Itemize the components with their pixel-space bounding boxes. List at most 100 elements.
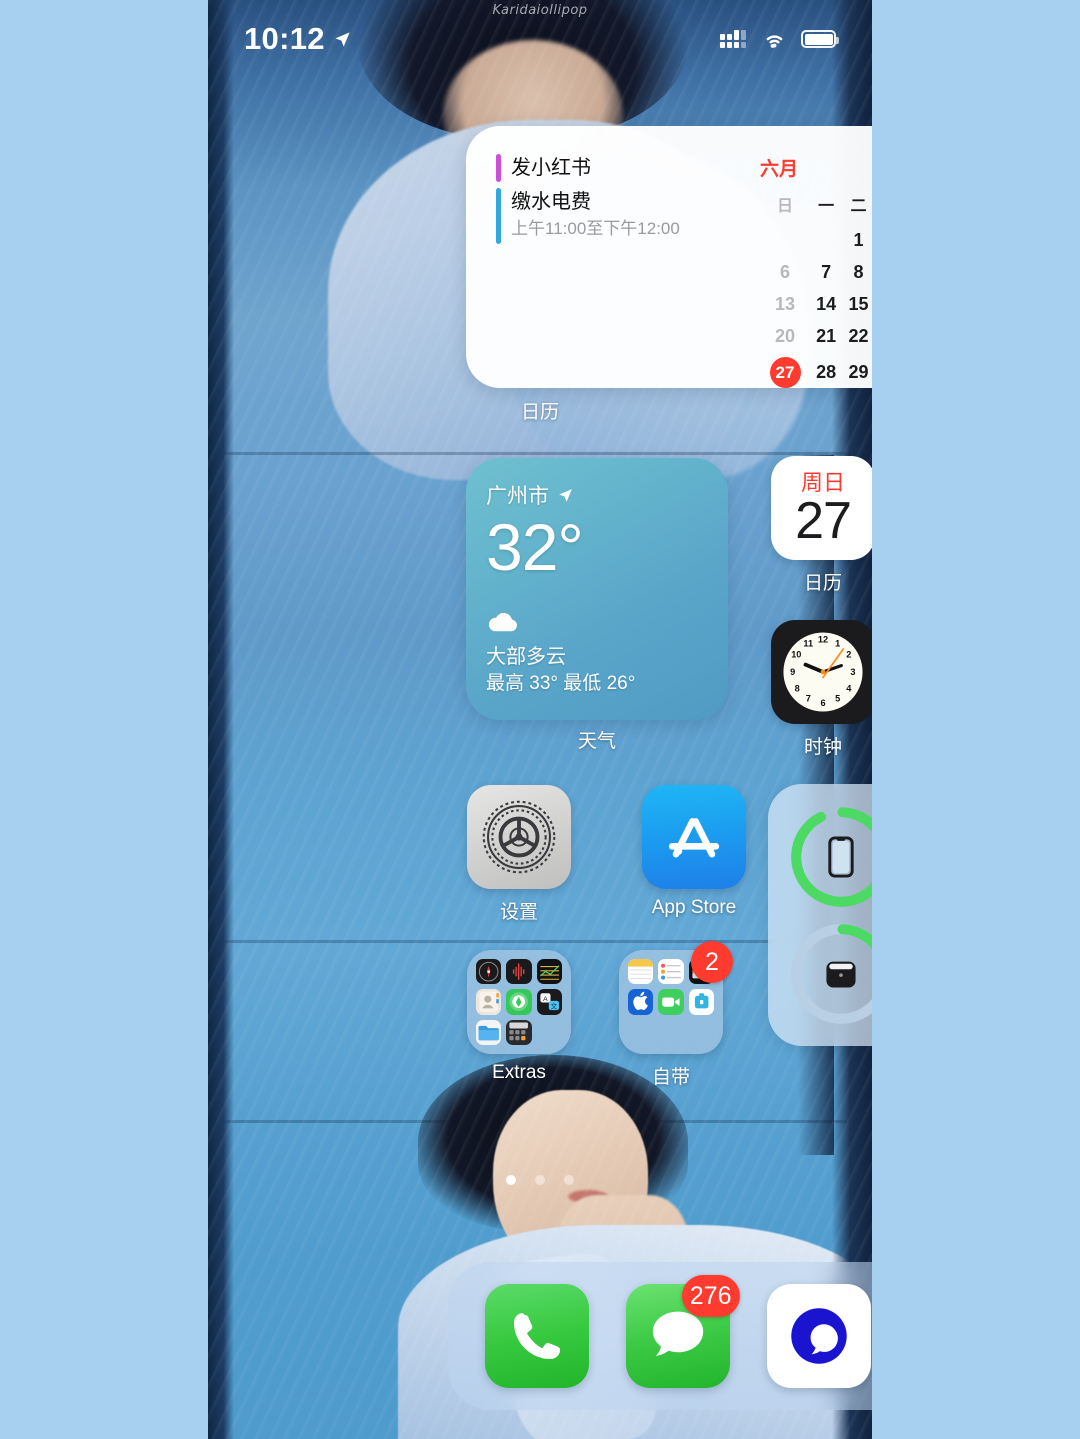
calendar-event[interactable]: 缴水电费 上午11:00至下午12:00 xyxy=(496,188,744,244)
home-screen: 发小红书 缴水电费 上午11:00至下午12:00 六月 日 一 二 1 6 7… xyxy=(208,0,872,1439)
battery-widget-label: 电池 xyxy=(768,1052,872,1079)
files-icon xyxy=(476,1019,502,1045)
qq-icon xyxy=(766,1284,871,1388)
app-label-settings: 设置 xyxy=(499,902,538,923)
calendar-widget-events: 发小红书 缴水电费 上午11:00至下午12:00 xyxy=(492,154,744,370)
compass-icon xyxy=(476,959,502,985)
page-dot-3[interactable] xyxy=(564,1175,574,1185)
folder-badge: 2 xyxy=(691,941,733,983)
app-calendar[interactable]: 周日 27 日历 xyxy=(771,456,872,595)
calendar-day: 7 xyxy=(821,261,832,282)
calendar-day: 8 xyxy=(853,261,864,282)
calendar-day: 29 xyxy=(848,362,869,382)
svg-text:文: 文 xyxy=(550,1002,557,1011)
battery-widget[interactable] xyxy=(768,784,872,1046)
weather-widget[interactable]: 广州市 32° 大部多云 最高 33° 最低 26° xyxy=(466,458,728,720)
svg-text:12: 12 xyxy=(818,635,828,645)
gear-icon xyxy=(467,785,571,889)
svg-text:4: 4 xyxy=(846,683,852,693)
calendar-week-row: 20 21 22 23 24 25 26 xyxy=(760,320,872,352)
phone-icon xyxy=(484,1284,589,1388)
app-label-clock: 时钟 xyxy=(803,737,842,758)
calendar-day: 22 xyxy=(848,325,869,346)
calendar-day xyxy=(760,224,810,256)
calendar-event[interactable]: 发小红书 xyxy=(496,154,744,182)
svg-text:8: 8 xyxy=(795,683,800,693)
event-title: 缴水电费 xyxy=(511,191,591,213)
stocks-icon xyxy=(536,959,562,985)
svg-text:2: 2 xyxy=(846,649,851,659)
calendar-day: 21 xyxy=(816,325,837,346)
event-title: 发小红书 xyxy=(511,157,591,179)
apple-store-icon xyxy=(628,989,654,1015)
folder-label-built-in: 自带 xyxy=(651,1067,690,1088)
calendar-weekday: 一 xyxy=(818,198,835,215)
tips-icon xyxy=(688,989,714,1015)
calendar-day: 6 xyxy=(780,261,791,282)
reminders-icon xyxy=(658,959,684,985)
phone-screen: Karidaiollipop 10:12 发小红书 缴水电费 上午11:00至下… xyxy=(208,0,872,1439)
svg-text:9: 9 xyxy=(790,667,795,677)
dock: 276 xyxy=(448,1262,872,1410)
calendar-day: 20 xyxy=(774,325,796,346)
calendar-day: 13 xyxy=(774,293,796,314)
analog-clock-icon: 12 1 23 45 67 89 10 11 xyxy=(771,620,872,724)
calendar-month-table: 日 一 二 三 四 五 六 1 2 3 xyxy=(760,190,872,388)
dock-app-messages[interactable]: 276 xyxy=(625,1275,740,1388)
event-time: 上午11:00至下午12:00 xyxy=(511,219,680,238)
folder-label-extras: Extras xyxy=(492,1062,546,1083)
facetime-icon xyxy=(658,989,684,1015)
calendar-week-row: 27 28 29 30 xyxy=(760,352,872,388)
calendar-day: 28 xyxy=(816,362,837,382)
calendar-widget[interactable]: 发小红书 缴水电费 上午11:00至下午12:00 六月 日 一 二 1 6 7… xyxy=(466,126,872,388)
messages-badge: 276 xyxy=(681,1275,740,1317)
weather-high-low: 最高 33° 最低 26° xyxy=(486,673,636,695)
svg-text:A: A xyxy=(543,996,548,1003)
calendar-weekday: 二 xyxy=(850,198,867,215)
calendar-day xyxy=(810,224,842,256)
app-store-icon xyxy=(642,785,746,889)
calendar-weekday-row: 日 一 二 三 四 五 六 xyxy=(760,190,872,224)
weather-city: 广州市 xyxy=(486,485,549,508)
folder-extras[interactable]: A 文 Extras xyxy=(467,950,571,1084)
svg-text:1: 1 xyxy=(835,639,840,649)
calendar-widget-month-grid: 六月 日 一 二 三 四 五 六 xyxy=(744,154,872,388)
app-settings[interactable]: 设置 xyxy=(467,785,571,924)
calendar-week-row: 1 2 3 4 5 xyxy=(760,224,872,256)
calculator-icon xyxy=(506,1019,532,1045)
page-indicator[interactable] xyxy=(208,1175,872,1185)
calendar-day: 1 xyxy=(853,229,864,250)
calendar-day: 15 xyxy=(848,293,869,314)
app-clock[interactable]: 12 1 23 45 67 89 10 11 时钟 xyxy=(771,620,872,759)
event-color-bar xyxy=(496,154,501,182)
svg-text:7: 7 xyxy=(806,693,811,703)
voice-memos-icon xyxy=(506,959,532,985)
weather-footer: 大部多云 最高 33° 最低 26° xyxy=(486,611,635,698)
dock-app-phone[interactable] xyxy=(484,1284,589,1388)
calendar-month-label: 六月 xyxy=(760,159,799,180)
notes-icon xyxy=(628,959,654,985)
page-dot-1[interactable] xyxy=(506,1175,516,1185)
battery-ring-iphone xyxy=(782,798,872,915)
calendar-weekday: 日 xyxy=(777,198,794,215)
app-label-calendar: 日历 xyxy=(803,573,842,594)
dock-app-qq[interactable] xyxy=(766,1284,871,1388)
svg-text:6: 6 xyxy=(820,698,825,708)
weather-condition: 大部多云 xyxy=(486,646,566,669)
svg-text:10: 10 xyxy=(791,649,801,659)
calendar-day-today: 27 xyxy=(760,352,810,388)
calendar-icon-day: 27 xyxy=(795,491,852,550)
location-arrow-icon xyxy=(559,488,572,502)
weather-widget-label: 天气 xyxy=(577,731,616,752)
event-color-bar xyxy=(496,188,501,244)
translate-icon: A 文 xyxy=(536,989,562,1015)
app-label-appstore: App Store xyxy=(651,897,737,918)
battery-ring-airpods-case xyxy=(782,915,872,1032)
cloud-icon xyxy=(488,613,517,632)
calendar-app-icon: 周日 27 xyxy=(771,456,872,560)
page-dot-2[interactable] xyxy=(535,1175,545,1185)
app-appstore[interactable]: App Store xyxy=(619,785,769,919)
weather-temperature: 32° xyxy=(486,510,584,584)
folder-built-in[interactable]: 2 自带 xyxy=(619,941,733,1089)
calendar-week-row: 6 7 8 9 10 11 12 xyxy=(760,256,872,288)
